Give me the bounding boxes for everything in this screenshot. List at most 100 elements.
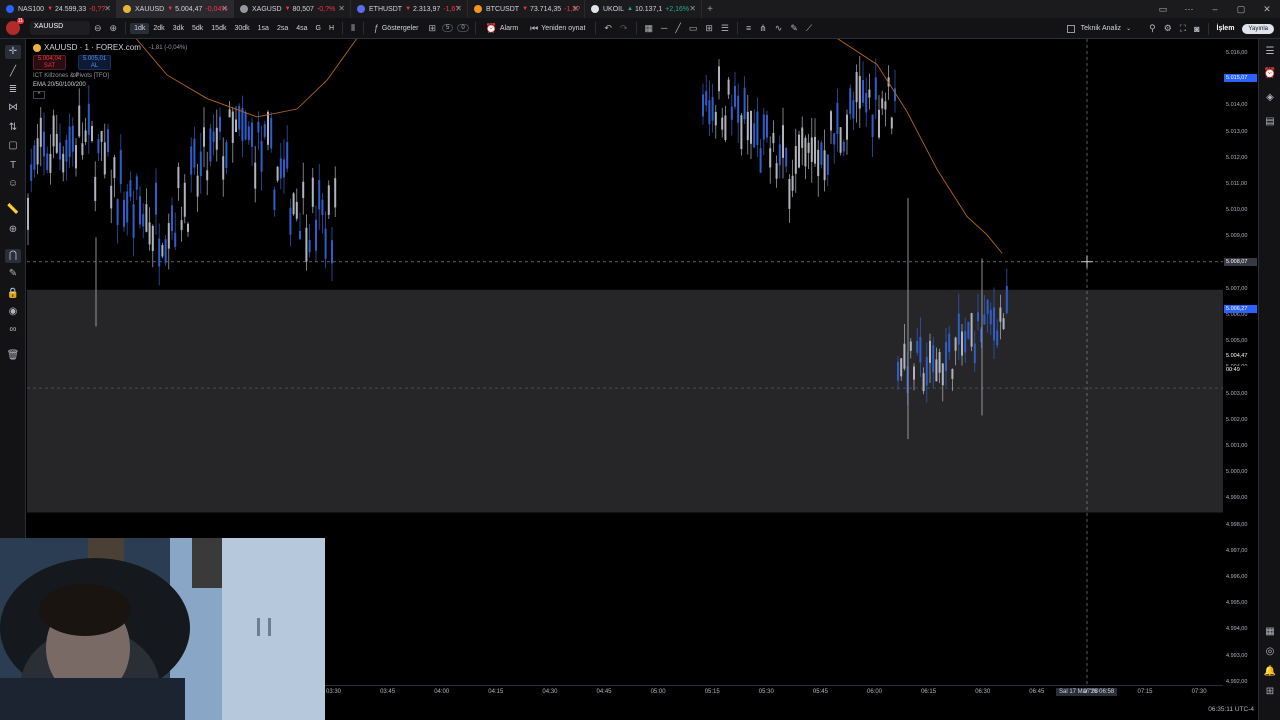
timeframe-2sa[interactable]: 2sa	[273, 23, 292, 34]
candle-body	[36, 138, 39, 165]
tab-close-icon[interactable]: ✕	[689, 4, 696, 13]
trend-line-icon[interactable]: ╱	[671, 23, 684, 34]
indicator-ema[interactable]: EMA 20/50/100/200	[33, 82, 187, 88]
timeframe-2dk[interactable]: 2dk	[149, 23, 168, 34]
templates-icon[interactable]: ⊞	[424, 23, 440, 34]
tab-change: +2,16%	[665, 5, 690, 13]
settings-icon[interactable]: ⚙	[1160, 23, 1176, 34]
horizontal-line-icon[interactable]: ─	[657, 23, 671, 33]
undo-icon[interactable]: ↶	[600, 23, 616, 34]
pattern-tool-icon[interactable]: ⋈	[5, 101, 21, 115]
fib-tool-icon[interactable]: ≣	[5, 83, 21, 97]
separator	[635, 22, 637, 34]
layers-icon[interactable]: ◈	[1263, 91, 1277, 105]
browser-tab-ethusdt[interactable]: ETHUSDT ▼ 2.313,97 -1,6? ✕	[351, 0, 468, 18]
apps-grid-icon[interactable]: ⊞	[1263, 685, 1277, 699]
trend-line-tool-icon[interactable]: ╱	[5, 65, 21, 79]
user-avatar[interactable]: 11	[6, 18, 24, 35]
collapse-legend-button[interactable]: ^	[33, 91, 45, 99]
draw-mode-icon[interactable]: ✎	[5, 267, 21, 281]
price-axis[interactable]: 5.016,005.015,005.014,005.013,005.012,00…	[1223, 39, 1258, 685]
add-symbol-icon[interactable]: ⊕	[106, 23, 122, 34]
pitchfork-icon[interactable]: ⋔	[755, 23, 771, 34]
indicator-killzones[interactable]: ICT Killzones & Pivots [TFO]	[33, 73, 187, 79]
browser-tab-ukoil[interactable]: UKOIL ▲ 10.137,1 +2,16% ✕	[585, 0, 702, 18]
timeframe-1dk[interactable]: 1dk	[130, 22, 150, 34]
rectangle-icon[interactable]: ▭	[685, 23, 702, 34]
link-icon[interactable]: ∞	[5, 323, 21, 337]
timeframe-1sa[interactable]: 1sa	[254, 23, 273, 34]
notifications-icon[interactable]: 🔔	[1263, 665, 1277, 679]
brush-icon[interactable]: ✎	[786, 23, 802, 34]
path-icon[interactable]: ∿	[771, 23, 787, 34]
shapes-tool-icon[interactable]: ▢	[5, 139, 21, 153]
timeframe-H[interactable]: H	[325, 23, 338, 34]
tab-close-icon[interactable]: ✕	[104, 4, 111, 13]
alerts-icon[interactable]: ⏰	[1263, 67, 1277, 81]
browser-tab-xauusd[interactable]: XAUUSD ▼ 5.004,47 -0,04% ✕	[117, 0, 234, 18]
tab-close-icon[interactable]: ✕	[221, 4, 228, 13]
alarm-button[interactable]: ⏰ Alarm	[480, 23, 525, 34]
redo-icon[interactable]: ↷	[616, 23, 632, 34]
ruler-tool-icon[interactable]: 📏	[5, 203, 21, 217]
position-tool-icon[interactable]: ⇅	[5, 121, 21, 135]
browser-tab-nas100[interactable]: NAS100 ▼ 24.599,33 -0,?? ✕	[0, 0, 117, 18]
browser-tab-xagusd[interactable]: XAGUSD ▼ 80,507 -0,?% ✕	[234, 0, 351, 18]
candle-body	[945, 341, 947, 371]
more-icon[interactable]: ⋯	[1176, 4, 1202, 15]
minimize-icon[interactable]: –	[1202, 4, 1228, 14]
new-tab-icon[interactable]: +	[702, 4, 718, 15]
sell-button[interactable]: 5.004,04 SAT	[33, 55, 66, 70]
calendar-icon[interactable]: ▦	[1263, 625, 1277, 639]
tab-close-icon[interactable]: ✕	[455, 4, 462, 13]
indicator-count-badge[interactable]: 5	[441, 24, 454, 32]
publish-button[interactable]: Yayınla	[1242, 23, 1274, 34]
crosshair-tool-icon[interactable]: ✛	[5, 45, 21, 59]
text-tool-icon[interactable]: T	[5, 159, 21, 173]
timeframe-4sa[interactable]: 4sa	[292, 23, 311, 34]
zoom-tool-icon[interactable]: ⊕	[5, 223, 21, 237]
maximize-icon[interactable]: ▢	[1228, 4, 1254, 15]
watchlist-icon[interactable]: ☰	[1263, 45, 1277, 59]
camera-icon[interactable]: ◙	[1190, 24, 1203, 34]
magnet-tool-icon[interactable]: ⋂	[5, 249, 21, 263]
tab-close-icon[interactable]: ✕	[572, 4, 579, 13]
timeframe-15dk[interactable]: 15dk	[207, 23, 230, 34]
candle-body	[730, 106, 733, 120]
tab-close-icon[interactable]: ✕	[338, 4, 345, 13]
chat-icon[interactable]: ▤	[1263, 115, 1277, 129]
icons-tool-icon[interactable]: ☺	[5, 177, 21, 191]
browser-tab-btcusdt[interactable]: BTCUSDT ▼ 73.714,35 -1,5? ✕	[468, 0, 585, 18]
close-window-icon[interactable]: ✕	[1254, 4, 1280, 15]
cast-icon[interactable]: ▭	[1150, 4, 1176, 15]
indicators-button[interactable]: ƒ Göstergeler	[368, 23, 425, 33]
trade-button[interactable]: İşlem	[1213, 23, 1239, 34]
timeframe-G[interactable]: G	[312, 23, 325, 34]
replay-button[interactable]: ⏮ Yeniden oynat	[524, 23, 591, 34]
timeframe-3dk[interactable]: 3dk	[169, 23, 188, 34]
alert-search-icon[interactable]: ⚲	[1145, 23, 1160, 34]
candle-body	[996, 330, 999, 346]
timeframe-5dk[interactable]: 5dk	[188, 23, 207, 34]
candle-body	[807, 142, 810, 153]
symbol-search-input[interactable]: XAUUSD	[30, 21, 90, 35]
fullscreen-icon[interactable]: ⛶	[1176, 23, 1190, 34]
compare-icon[interactable]: ⊖	[90, 23, 106, 34]
highlighter-icon[interactable]: ⟋	[802, 23, 816, 34]
timeframe-30dk[interactable]: 30dk	[230, 23, 253, 34]
buy-button[interactable]: 5.005,01 AL	[78, 55, 111, 70]
lock-icon[interactable]: 🔒	[5, 287, 21, 301]
visibility-icon[interactable]: ◉	[5, 305, 21, 319]
fib-icon[interactable]: ☰	[717, 23, 733, 34]
parallel-channel-icon[interactable]: ≡	[742, 23, 755, 33]
trash-icon[interactable]: 🗑	[5, 349, 21, 363]
ideas-icon[interactable]: ◎	[1263, 645, 1277, 659]
spread-value: 97	[73, 73, 79, 79]
candle-type-icon[interactable]: ⫴	[347, 23, 359, 34]
grid-layout-icon[interactable]: ▦	[641, 23, 658, 34]
indicator-count-badge[interactable]: 0	[457, 24, 469, 32]
clock[interactable]: 06:35:11 UTC-4	[1208, 706, 1254, 713]
legend-symbol[interactable]: XAUUSD · 1 · FOREX.com	[44, 43, 141, 52]
technical-analysis-toggle[interactable]: Teknik Analiz ⌄	[1066, 24, 1131, 33]
layout-icon[interactable]: ⊞	[701, 23, 717, 34]
